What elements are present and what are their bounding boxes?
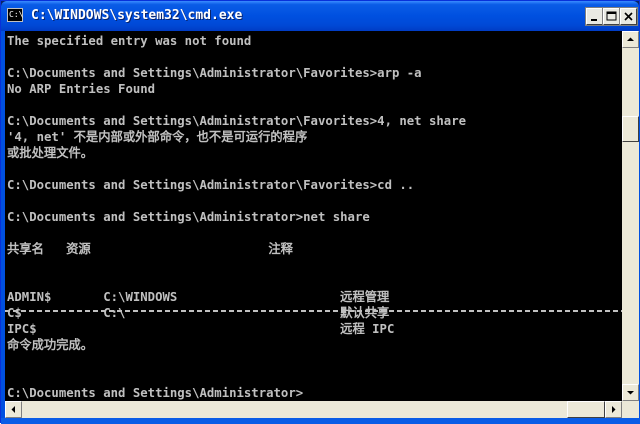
console-icon[interactable]: C:\ [7, 8, 23, 22]
arrow-up-icon [627, 37, 634, 41]
console-line: C:\Documents and Settings\Administrator\… [7, 178, 415, 192]
maximize-button[interactable] [602, 7, 621, 26]
close-button[interactable] [619, 7, 638, 26]
horizontal-scroll-thumb[interactable] [567, 401, 605, 418]
vertical-scrollbar[interactable] [622, 31, 639, 401]
maximize-icon [606, 11, 617, 21]
console-line: The specified entry was not found [7, 34, 252, 48]
console-line: C:\Documents and Settings\Administrator>… [7, 210, 370, 224]
console-prompt[interactable]: C:\Documents and Settings\Administrator> [7, 385, 303, 401]
console-line: C$ C:\ 默认共享 [7, 306, 390, 320]
window-title: C:\WINDOWS\system32\cmd.exe [31, 8, 243, 23]
cmd-window: C:\ C:\WINDOWS\system32\cmd.exe The spec… [0, 0, 640, 424]
scroll-up-button[interactable] [622, 31, 639, 48]
scroll-right-button[interactable] [605, 401, 622, 418]
title-bar[interactable]: C:\ C:\WINDOWS\system32\cmd.exe [1, 1, 639, 31]
console-line: No ARP Entries Found [7, 82, 156, 96]
console-output[interactable]: The specified entry was not found C:\Doc… [5, 31, 622, 401]
arrow-left-icon [11, 406, 15, 413]
console-line: IPC$ 远程 IPC [7, 322, 395, 336]
console-line: C:\Documents and Settings\Administrator\… [7, 66, 422, 80]
scrollbar-corner [622, 401, 639, 418]
vertical-scroll-thumb[interactable] [622, 116, 639, 142]
console-line: ADMIN$ C:\WINDOWS 远程管理 [7, 290, 390, 304]
minimize-icon [591, 19, 597, 21]
scroll-down-button[interactable] [622, 384, 639, 401]
arrow-right-icon [612, 406, 616, 413]
close-icon [624, 12, 633, 21]
horizontal-scrollbar[interactable] [5, 401, 622, 418]
console-line: 或批处理文件。 [7, 146, 94, 160]
scroll-left-button[interactable] [5, 401, 22, 418]
console-line: 命令成功完成。 [7, 338, 94, 352]
console-line: 共享名 资源 注释 [7, 242, 293, 256]
minimize-button[interactable] [585, 7, 604, 26]
window-frame-bottom [1, 418, 640, 424]
console-line: '4, net' 不是内部或外部命令，也不是可运行的程序 [7, 130, 308, 144]
console-line: C:\Documents and Settings\Administrator\… [7, 114, 467, 128]
arrow-down-icon [627, 391, 634, 395]
